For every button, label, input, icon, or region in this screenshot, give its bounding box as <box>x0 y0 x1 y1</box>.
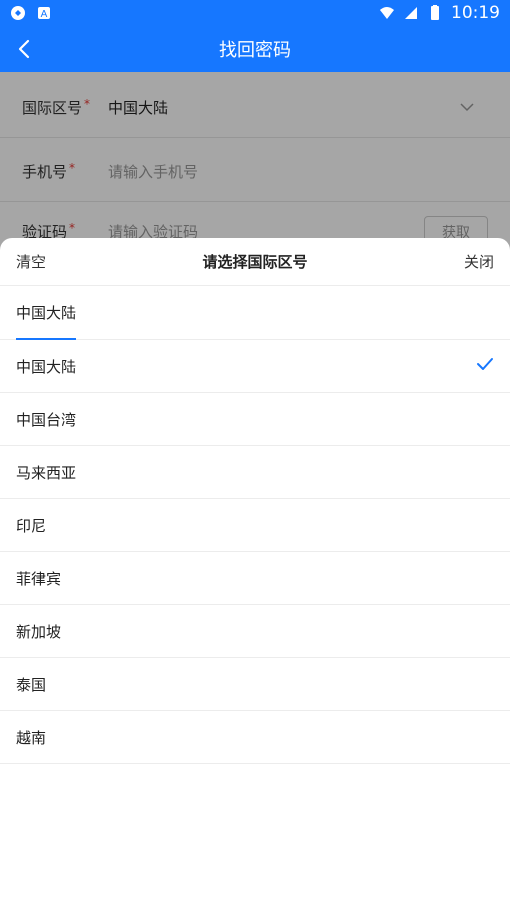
status-right: 10:19 <box>379 3 500 23</box>
picker-option[interactable]: 马来西亚 <box>0 446 510 499</box>
picker-title: 请选择国际区号 <box>202 253 308 271</box>
picker-option[interactable]: 中国大陆 <box>0 340 510 393</box>
wifi-icon <box>380 7 394 19</box>
checkmark-icon <box>477 358 493 370</box>
picker-header: 清空 请选择国际区号 关闭 <box>0 238 510 286</box>
status-left-icons: A <box>10 5 52 21</box>
country-code-picker-sheet: 清空 请选择国际区号 关闭 中国大陆 中国大陆 中国台湾 马来西亚 印尼 菲律宾… <box>0 238 510 904</box>
picker-tab-selected[interactable]: 中国大陆 <box>16 302 76 323</box>
picker-option[interactable]: 新加坡 <box>0 605 510 658</box>
picker-option[interactable]: 菲律宾 <box>0 552 510 605</box>
option-label: 中国大陆 <box>16 357 77 376</box>
battery-icon <box>431 5 439 20</box>
status-time: 10:19 <box>451 3 500 23</box>
clear-button[interactable]: 清空 <box>16 251 46 272</box>
option-label: 菲律宾 <box>16 569 62 588</box>
option-label: 新加坡 <box>16 622 62 641</box>
option-label: 越南 <box>16 728 47 747</box>
option-label: 印尼 <box>16 516 47 535</box>
sync-icon <box>11 6 25 20</box>
picker-option[interactable]: 印尼 <box>0 499 510 552</box>
status-bar: A 10:19 <box>0 0 510 26</box>
option-label: 马来西亚 <box>16 463 77 482</box>
option-label: 泰国 <box>16 675 47 694</box>
page-title: 找回密码 <box>219 40 291 61</box>
picker-tab-row: 中国大陆 <box>0 286 510 340</box>
back-arrow-icon[interactable] <box>12 36 38 62</box>
picker-option[interactable]: 越南 <box>0 711 510 764</box>
signal-icon <box>405 7 417 19</box>
picker-option[interactable]: 泰国 <box>0 658 510 711</box>
close-button[interactable]: 关闭 <box>464 251 494 272</box>
app-bar: 找回密码 <box>0 26 510 72</box>
picker-option[interactable]: 中国台湾 <box>0 393 510 446</box>
picker-options-list: 中国大陆 中国台湾 马来西亚 印尼 菲律宾 新加坡 泰国 越南 <box>0 340 510 764</box>
a-badge-icon: A <box>38 7 50 20</box>
svg-text:A: A <box>41 9 48 20</box>
option-label: 中国台湾 <box>16 410 77 429</box>
